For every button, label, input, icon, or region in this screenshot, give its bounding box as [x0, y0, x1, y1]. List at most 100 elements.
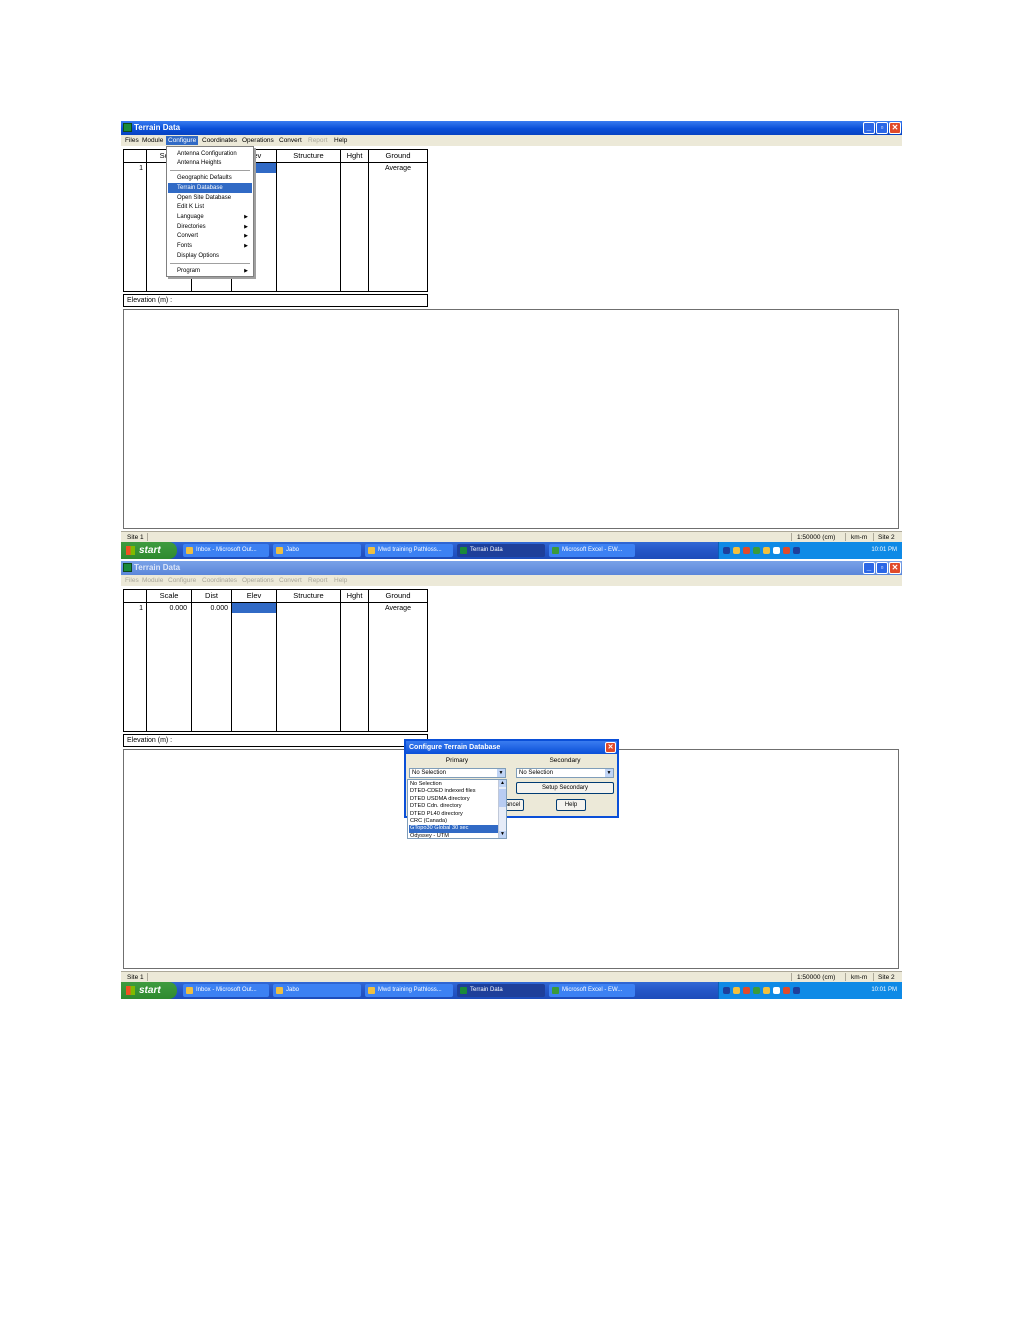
task-excel[interactable]: Microsoft Excel - EW...: [549, 544, 635, 557]
status-site2: Site 2: [878, 534, 895, 541]
selected-cell[interactable]: [232, 603, 276, 613]
cell-ground[interactable]: Average: [369, 164, 427, 174]
tray-icon[interactable]: [753, 987, 760, 994]
elevation-label: Elevation (m) :: [127, 737, 173, 744]
menu-item-geographic-defaults[interactable]: Geographic Defaults: [168, 173, 252, 183]
header-ground[interactable]: Ground: [369, 591, 427, 601]
menu-operations: Operations: [242, 577, 274, 584]
start-button[interactable]: start: [121, 982, 177, 999]
secondary-select[interactable]: No Selection ▼: [516, 768, 614, 778]
help-button[interactable]: Help: [556, 799, 586, 811]
task-mwd-training[interactable]: Mwd training Pathloss...: [365, 544, 453, 557]
list-scrollbar[interactable]: ▲ ▼: [498, 780, 506, 838]
task-jabo[interactable]: Jabo: [273, 544, 361, 557]
tray-icon[interactable]: [753, 547, 760, 554]
maximize-button[interactable]: ▫: [876, 562, 888, 574]
option-dted-usdma[interactable]: DTED USDMA directory: [409, 796, 498, 803]
header-structure[interactable]: Structure: [277, 591, 340, 601]
task-jabo[interactable]: Jabo: [273, 984, 361, 997]
tray-icon[interactable]: [723, 987, 730, 994]
primary-options-list[interactable]: No Selection DTED-CDED indexed files DTE…: [407, 779, 507, 839]
menu-item-display-options[interactable]: Display Options: [168, 251, 252, 261]
cell-scale[interactable]: 0.000: [147, 604, 187, 614]
menu-item-edit-k-list[interactable]: Edit K List: [168, 202, 252, 212]
tray-icon[interactable]: [773, 987, 780, 994]
clock[interactable]: 10:01 PM: [871, 542, 897, 559]
chevron-down-icon[interactable]: ▼: [497, 769, 505, 777]
header-elev[interactable]: Elev: [232, 591, 276, 601]
menu-files[interactable]: Files: [123, 136, 141, 145]
menu-module[interactable]: Module: [140, 136, 165, 145]
tray-icon[interactable]: [783, 987, 790, 994]
start-button[interactable]: start: [121, 542, 177, 559]
task-terrain-data[interactable]: Terrain Data: [457, 984, 545, 997]
option-dted-pl40[interactable]: DTED PL40 directory: [409, 811, 498, 818]
menu-item-language[interactable]: Language ▶: [168, 212, 252, 222]
minimize-button[interactable]: _: [863, 122, 875, 134]
cell-dist[interactable]: 0.000: [192, 604, 228, 614]
minimize-button[interactable]: _: [863, 562, 875, 574]
task-mwd-training[interactable]: Mwd training Pathloss...: [365, 984, 453, 997]
tray-icon[interactable]: [773, 547, 780, 554]
elevation-field[interactable]: Elevation (m) :: [123, 734, 428, 747]
menu-coordinates[interactable]: Coordinates: [200, 136, 239, 145]
option-no-selection[interactable]: No Selection: [409, 781, 498, 788]
close-button[interactable]: ✕: [889, 562, 901, 574]
header-structure[interactable]: Structure: [277, 151, 340, 161]
menu-help: Help: [334, 577, 348, 584]
menu-convert[interactable]: Convert: [277, 136, 304, 145]
menu-item-fonts[interactable]: Fonts ▶: [168, 241, 252, 251]
menu-operations[interactable]: Operations: [240, 136, 276, 145]
tray-icon[interactable]: [743, 987, 750, 994]
primary-select[interactable]: No Selection ▼: [409, 768, 506, 778]
tray-icon[interactable]: [763, 547, 770, 554]
task-inbox[interactable]: Inbox - Microsoft Out...: [183, 544, 269, 557]
submenu-arrow-icon: ▶: [244, 233, 248, 239]
option-dted-cded[interactable]: DTED-CDED indexed files: [409, 788, 498, 795]
menu-configure[interactable]: Configure: [166, 136, 199, 145]
scroll-up-icon[interactable]: ▲: [499, 780, 506, 787]
task-inbox[interactable]: Inbox - Microsoft Out...: [183, 984, 269, 997]
header-dist[interactable]: Dist: [192, 591, 231, 601]
profile-plot-area[interactable]: [123, 309, 899, 529]
option-crc-canada[interactable]: CRC (Canada): [409, 818, 498, 825]
maximize-button[interactable]: ▫: [876, 122, 888, 134]
header-hght[interactable]: Hght: [341, 151, 368, 161]
elevation-field[interactable]: Elevation (m) :: [123, 294, 428, 307]
task-terrain-data[interactable]: Terrain Data: [457, 544, 545, 557]
option-dted-cdn[interactable]: DTED Cdn. directory: [409, 803, 498, 810]
clock[interactable]: 10:01 PM: [871, 982, 897, 999]
menu-item-convert[interactable]: Convert ▶: [168, 231, 252, 241]
header-hght[interactable]: Hght: [341, 591, 368, 601]
setup-secondary-button[interactable]: Setup Secondary: [516, 782, 614, 794]
header-scale[interactable]: Scale: [147, 591, 191, 601]
chevron-down-icon[interactable]: ▼: [605, 769, 613, 777]
option-gtopo30[interactable]: GTopo30 Global 30 sec: [409, 825, 498, 833]
menu-item-antenna-heights[interactable]: Antenna Heights: [168, 158, 252, 168]
menu-item-terrain-database[interactable]: Terrain Database: [168, 183, 252, 193]
system-tray: 10:01 PM: [718, 982, 902, 999]
tray-icon[interactable]: [733, 987, 740, 994]
submenu-arrow-icon: ▶: [244, 243, 248, 249]
task-excel[interactable]: Microsoft Excel - EW...: [549, 984, 635, 997]
tray-icon[interactable]: [743, 547, 750, 554]
scroll-down-icon[interactable]: ▼: [499, 831, 506, 838]
tray-icon[interactable]: [793, 987, 800, 994]
title-bar: Terrain Data _ ▫ ✕: [121, 121, 902, 135]
dialog-close-icon[interactable]: ✕: [605, 742, 616, 753]
tray-icon[interactable]: [783, 547, 790, 554]
document-icon: [368, 987, 375, 994]
menu-files: Files: [125, 577, 139, 584]
menu-item-program[interactable]: Program ▶: [168, 266, 252, 276]
tray-icon[interactable]: [793, 547, 800, 554]
menu-help[interactable]: Help: [332, 136, 349, 145]
cell-ground[interactable]: Average: [369, 604, 427, 614]
header-ground[interactable]: Ground: [369, 151, 427, 161]
close-button[interactable]: ✕: [889, 122, 901, 134]
tray-icon[interactable]: [763, 987, 770, 994]
row-index: 1: [139, 165, 143, 172]
tray-icon[interactable]: [733, 547, 740, 554]
option-odyssey-utm[interactable]: Odyssey - UTM: [409, 833, 498, 840]
tray-icon[interactable]: [723, 547, 730, 554]
scroll-thumb[interactable]: [499, 789, 506, 807]
